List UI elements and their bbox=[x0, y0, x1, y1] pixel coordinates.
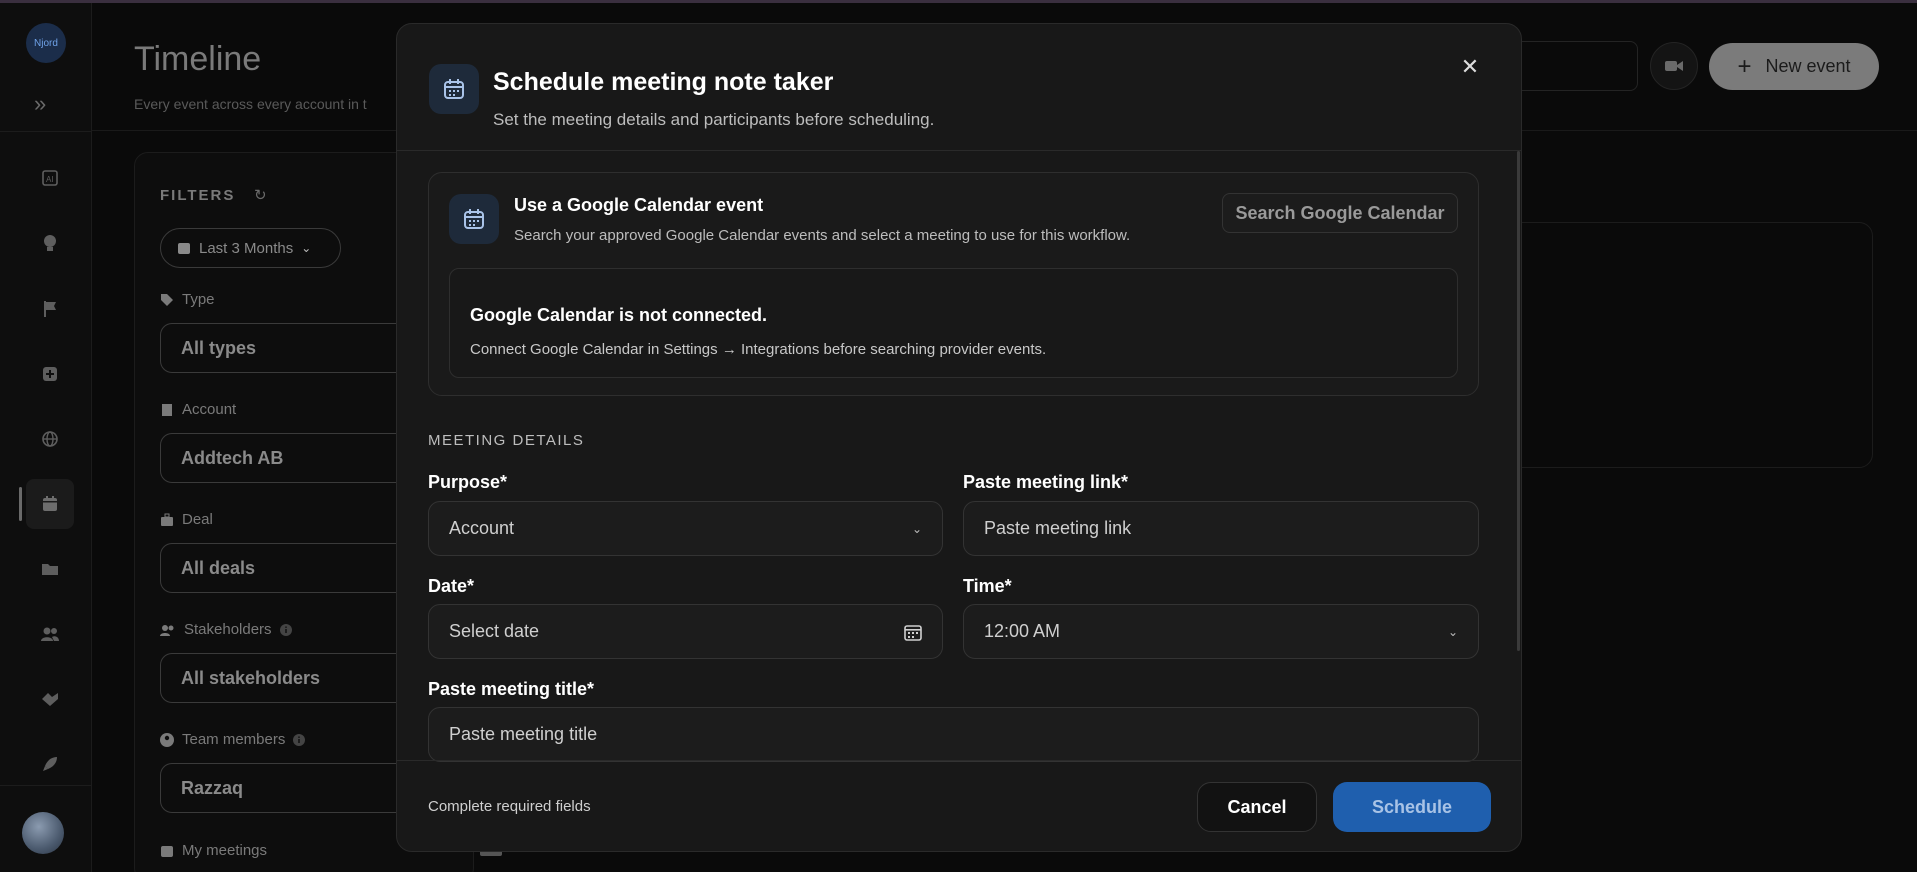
page-title: Timeline bbox=[134, 40, 262, 78]
expand-sidebar-icon[interactable]: » bbox=[34, 91, 46, 117]
sidebar-divider-bottom bbox=[0, 785, 92, 786]
sidebar-divider bbox=[0, 131, 92, 132]
date-range-chip[interactable]: Last 3 Months ⌄ bbox=[160, 228, 341, 268]
flag-icon[interactable] bbox=[26, 284, 74, 334]
stakeholders-filter-select[interactable]: All stakeholders bbox=[160, 653, 400, 703]
time-value: 12:00 AM bbox=[984, 621, 1061, 641]
filters-title: FILTERS bbox=[160, 187, 236, 204]
type-filter-select[interactable]: All types bbox=[160, 323, 400, 373]
chevron-down-icon: ⌄ bbox=[911, 521, 922, 536]
modal-subtitle: Set the meeting details and participants… bbox=[493, 110, 935, 129]
time-select[interactable]: 12:00 AM ⌄ bbox=[963, 604, 1479, 659]
reset-filters-icon[interactable]: ↻ bbox=[254, 186, 267, 204]
time-label: Time* bbox=[963, 576, 1012, 596]
person-circle-icon bbox=[160, 732, 174, 747]
filter-account-label: Account bbox=[160, 401, 236, 418]
meeting-title-label: Paste meeting title* bbox=[428, 679, 595, 699]
filter-deal-label: Deal bbox=[160, 511, 213, 528]
meeting-link-field bbox=[963, 501, 1479, 556]
filter-my-meetings-label: My meetings bbox=[160, 842, 267, 859]
folder-icon[interactable] bbox=[26, 544, 74, 594]
globe-icon[interactable] bbox=[26, 414, 74, 464]
meeting-link-input[interactable] bbox=[984, 518, 1458, 539]
user-avatar[interactable] bbox=[22, 812, 64, 854]
schedule-note-taker-modal: Schedule meeting note taker Set the meet… bbox=[396, 23, 1522, 852]
schedule-button[interactable]: Schedule bbox=[1333, 782, 1491, 832]
meeting-title-input[interactable] bbox=[449, 724, 1458, 745]
app-logo[interactable]: Njord bbox=[26, 23, 66, 63]
gcal-title: Use a Google Calendar event bbox=[514, 195, 764, 215]
gcal-not-connected-notice: Google Calendar is not connected. Connec… bbox=[449, 268, 1458, 378]
chevron-down-icon: ⌄ bbox=[301, 241, 312, 255]
svg-text:AI: AI bbox=[46, 175, 54, 184]
account-filter-select[interactable]: Addtech AB bbox=[160, 433, 400, 483]
logo-text: Njord bbox=[34, 37, 58, 49]
meeting-details-heading: MEETING DETAILS bbox=[428, 432, 585, 449]
cancel-button[interactable]: Cancel bbox=[1197, 782, 1317, 832]
briefcase-icon bbox=[161, 513, 173, 526]
notice-title: Google Calendar is not connected. bbox=[470, 305, 768, 325]
calendar-icon bbox=[449, 194, 499, 244]
active-nav-indicator bbox=[19, 487, 22, 521]
page-subtitle: Every event across every account in t bbox=[134, 96, 367, 112]
date-placeholder: Select date bbox=[449, 621, 540, 641]
team-filter-select[interactable]: Razzaq bbox=[160, 763, 400, 813]
info-icon[interactable] bbox=[293, 733, 306, 746]
calendar-icon[interactable] bbox=[26, 479, 74, 529]
info-icon[interactable] bbox=[279, 623, 292, 636]
handshake-icon[interactable] bbox=[26, 674, 74, 724]
purpose-value: Account bbox=[449, 518, 515, 538]
ai-icon[interactable]: AI bbox=[26, 153, 74, 203]
modal-header-divider bbox=[397, 150, 1521, 151]
modal-footer-divider bbox=[397, 760, 1521, 761]
filter-type-label: Type bbox=[160, 291, 215, 308]
modal-scrollbar[interactable] bbox=[1517, 151, 1520, 651]
purpose-select[interactable]: Account ⌄ bbox=[428, 501, 943, 556]
meeting-title-field bbox=[428, 707, 1479, 762]
deal-filter-select[interactable]: All deals bbox=[160, 543, 400, 593]
meeting-link-label: Paste meeting link* bbox=[963, 472, 1129, 492]
top-accent-line bbox=[0, 0, 1917, 3]
gcal-description: Search your approved Google Calendar eve… bbox=[514, 227, 1131, 244]
lightbulb-icon[interactable] bbox=[26, 219, 74, 269]
calendar-picker-icon[interactable] bbox=[904, 623, 922, 641]
date-label: Date* bbox=[428, 576, 475, 596]
modal-title: Schedule meeting note taker bbox=[493, 68, 834, 96]
date-picker[interactable]: Select date bbox=[428, 604, 943, 659]
close-icon[interactable]: ✕ bbox=[1455, 52, 1485, 82]
add-box-icon[interactable] bbox=[26, 349, 74, 399]
calendar-icon bbox=[429, 64, 479, 114]
filter-stakeholders-label: Stakeholders bbox=[160, 621, 292, 638]
rocket-icon[interactable] bbox=[26, 739, 74, 789]
filter-team-label: Team members bbox=[160, 731, 306, 748]
people-icon[interactable] bbox=[26, 609, 74, 659]
purpose-label: Purpose* bbox=[428, 472, 508, 492]
sidebar: Njord » AI bbox=[0, 3, 92, 872]
people-small-icon bbox=[160, 624, 174, 636]
chevron-down-icon: ⌄ bbox=[1447, 624, 1458, 639]
date-range-label: Last 3 Months bbox=[199, 239, 294, 257]
google-calendar-card: Use a Google Calendar event Search your … bbox=[428, 172, 1479, 396]
footer-status-text: Complete required fields bbox=[428, 798, 591, 815]
building-icon bbox=[162, 403, 172, 416]
tag-icon bbox=[161, 293, 173, 306]
calendar-small-icon bbox=[178, 243, 190, 254]
notice-description: Connect Google Calendar in Settings → In… bbox=[470, 341, 1047, 358]
plus-icon: + bbox=[1737, 52, 1752, 80]
new-event-button[interactable]: + New event bbox=[1709, 43, 1879, 90]
new-event-label: New event bbox=[1765, 56, 1851, 76]
calendar-small-icon bbox=[161, 845, 173, 857]
video-icon[interactable] bbox=[1650, 42, 1698, 90]
search-google-calendar-button[interactable]: Search Google Calendar bbox=[1222, 193, 1458, 233]
timeline-panel bbox=[1480, 222, 1873, 468]
